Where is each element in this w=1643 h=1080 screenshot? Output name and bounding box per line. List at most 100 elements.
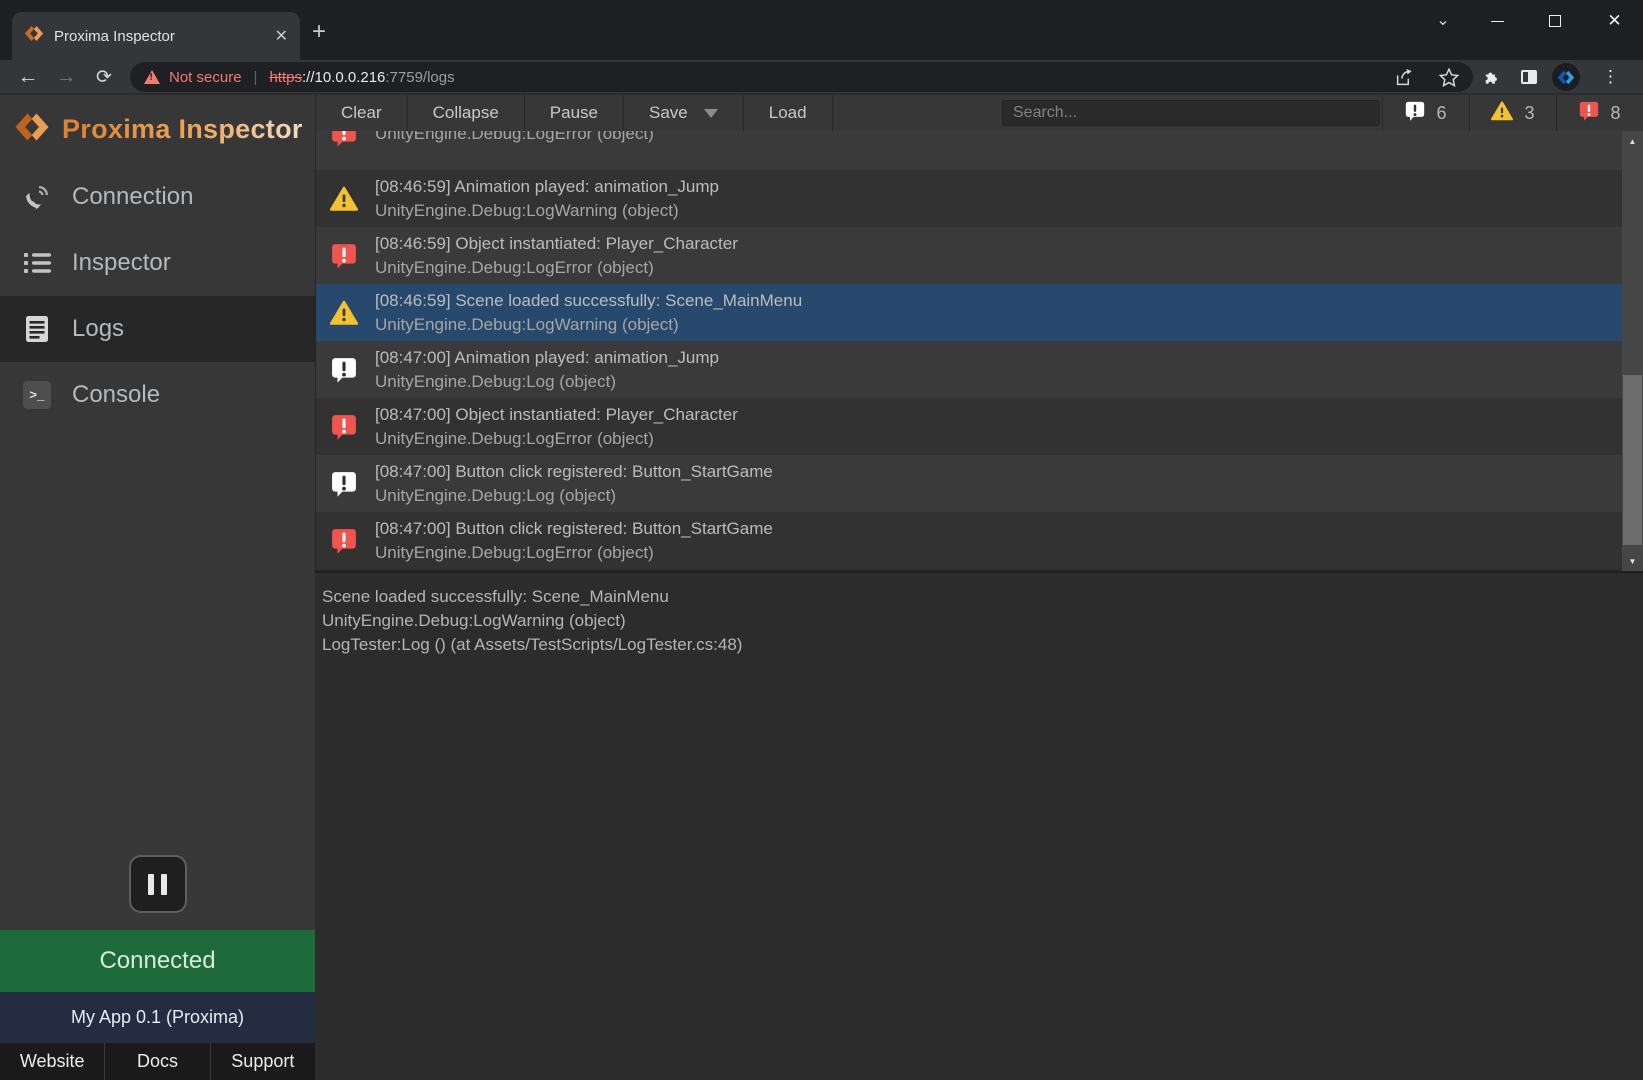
log-message: [08:46:59] Scene loaded successfully: Sc… bbox=[375, 289, 802, 313]
log-stack-trace: UnityEngine.Debug:LogWarning (object) bbox=[375, 199, 719, 223]
proxima-extension-icon[interactable] bbox=[1552, 62, 1580, 92]
tab-title: Proxima Inspector bbox=[54, 28, 265, 45]
url-path: :7759/logs bbox=[385, 69, 454, 86]
info-icon bbox=[330, 357, 358, 383]
log-stack-trace: UnityEngine.Debug:Log (object) bbox=[375, 370, 719, 394]
share-icon[interactable] bbox=[1395, 68, 1415, 86]
browser-tab[interactable]: Proxima Inspector ✕ bbox=[12, 12, 300, 60]
detail-line: UnityEngine.Debug:LogWarning (object) bbox=[322, 609, 1643, 633]
sidebar-footer: Website Docs Support bbox=[0, 1043, 315, 1080]
load-button[interactable]: Load bbox=[744, 95, 833, 131]
sidebar-item-logs[interactable]: Logs bbox=[0, 296, 315, 362]
error-count-badge[interactable]: 8 bbox=[1556, 95, 1643, 131]
address-divider: | bbox=[254, 69, 258, 86]
log-list-scrollbar[interactable]: ▲ ▼ bbox=[1622, 131, 1643, 571]
log-stack-trace: UnityEngine.Debug:LogError (object) bbox=[375, 131, 654, 146]
log-entry[interactable]: [08:46:59] Scene loaded successfully: Sc… bbox=[316, 284, 1643, 341]
warning-icon bbox=[330, 300, 358, 326]
error-icon bbox=[330, 528, 358, 554]
search-input[interactable] bbox=[1002, 100, 1380, 126]
app-logo: Proxima Inspector bbox=[0, 95, 315, 164]
error-icon bbox=[330, 131, 358, 147]
info-icon bbox=[1405, 101, 1425, 126]
log-entry[interactable]: [08:47:00] Button click registered: Butt… bbox=[316, 455, 1643, 512]
error-icon bbox=[330, 414, 358, 440]
reload-icon[interactable]: ⟳ bbox=[88, 62, 120, 92]
log-list: UnityEngine.Debug:LogError (object)[08:4… bbox=[315, 131, 1643, 571]
log-message: [08:46:59] Object instantiated: Player_C… bbox=[375, 232, 738, 256]
log-entry[interactable]: [08:46:59] Object instantiated: Player_C… bbox=[316, 227, 1643, 284]
address-bar[interactable]: Not secure | https://10.0.0.216:7759/log… bbox=[130, 62, 1473, 92]
warning-icon bbox=[1491, 101, 1513, 126]
info-count: 6 bbox=[1436, 103, 1446, 124]
proxima-favicon-icon bbox=[24, 25, 44, 47]
not-secure-label[interactable]: Not secure bbox=[169, 69, 242, 86]
collapse-button[interactable]: Collapse bbox=[408, 95, 525, 131]
logs-toolbar: Clear Collapse Pause Save Load 6 3 8 bbox=[315, 95, 1643, 131]
error-count: 8 bbox=[1610, 103, 1620, 124]
log-message: [08:47:00] Object instantiated: Player_C… bbox=[375, 403, 738, 427]
proxima-logo-icon bbox=[14, 112, 50, 147]
extensions-puzzle-icon[interactable] bbox=[1482, 62, 1502, 92]
warning-count-badge[interactable]: 3 bbox=[1469, 95, 1556, 131]
sidebar: Proxima Inspector Connection Inspector L… bbox=[0, 95, 315, 1080]
save-button[interactable]: Save bbox=[624, 95, 744, 131]
log-detail-panel: Scene loaded successfully: Scene_MainMen… bbox=[315, 571, 1643, 1080]
sidebar-item-label: Logs bbox=[72, 315, 124, 343]
sidebar-item-label: Console bbox=[72, 381, 160, 409]
pause-icon bbox=[148, 874, 154, 895]
warning-icon bbox=[330, 186, 358, 212]
log-entry[interactable]: [08:46:59] Animation played: animation_J… bbox=[316, 170, 1643, 227]
sidebar-item-label: Connection bbox=[72, 183, 193, 211]
new-tab-button[interactable]: + bbox=[312, 18, 326, 46]
window-close-button[interactable]: ✕ bbox=[1586, 0, 1643, 42]
log-stack-trace: UnityEngine.Debug:LogWarning (object) bbox=[375, 313, 802, 337]
info-count-badge[interactable]: 6 bbox=[1382, 95, 1469, 131]
error-icon bbox=[330, 243, 358, 269]
sidebar-item-connection[interactable]: Connection bbox=[0, 164, 315, 230]
forward-icon: → bbox=[50, 62, 82, 92]
scrollbar-thumb[interactable] bbox=[1623, 375, 1642, 545]
app-title: Proxima Inspector bbox=[62, 114, 303, 145]
side-panel-icon[interactable] bbox=[1521, 62, 1537, 92]
log-entry[interactable]: [08:47:00] Button click registered: Butt… bbox=[316, 512, 1643, 569]
document-lines-icon bbox=[22, 315, 52, 343]
log-entry[interactable]: [08:47:00] Animation played: animation_J… bbox=[316, 341, 1643, 398]
log-entry[interactable]: UnityEngine.Debug:LogError (object) bbox=[316, 131, 1643, 170]
window-maximize-button[interactable] bbox=[1526, 0, 1583, 42]
tab-close-icon[interactable]: ✕ bbox=[275, 26, 288, 46]
not-secure-warning-icon bbox=[144, 70, 160, 84]
log-entry[interactable]: [08:47:00] Object instantiated: Player_C… bbox=[316, 398, 1643, 455]
back-icon[interactable]: ← bbox=[12, 62, 44, 92]
docs-link[interactable]: Docs bbox=[104, 1043, 209, 1080]
support-link[interactable]: Support bbox=[210, 1043, 315, 1080]
app-info-label: My App 0.1 (Proxima) bbox=[71, 1007, 244, 1028]
terminal-icon: >_ bbox=[22, 381, 52, 409]
clear-button[interactable]: Clear bbox=[316, 95, 408, 131]
browser-menu-icon[interactable]: ⋮ bbox=[1602, 62, 1619, 92]
log-message: [08:46:59] Animation played: animation_J… bbox=[375, 175, 719, 199]
pause-stream-button[interactable] bbox=[129, 855, 187, 913]
tab-search-chevron-icon[interactable]: ⌄ bbox=[1428, 10, 1458, 30]
pause-button[interactable]: Pause bbox=[525, 95, 624, 131]
save-dropdown-icon[interactable] bbox=[704, 109, 718, 118]
browser-tab-strip: Proxima Inspector ✕ + ⌄ ✕ bbox=[0, 0, 1643, 60]
logs-panel: Clear Collapse Pause Save Load 6 3 8 Uni… bbox=[315, 95, 1643, 1080]
scroll-down-icon[interactable]: ▼ bbox=[1622, 553, 1643, 569]
app-info-bar: My App 0.1 (Proxima) bbox=[0, 992, 315, 1043]
website-link[interactable]: Website bbox=[0, 1043, 104, 1080]
log-message: [08:47:00] Animation played: animation_J… bbox=[375, 346, 719, 370]
toolbar-spacer bbox=[833, 95, 1002, 131]
sidebar-item-console[interactable]: >_ Console bbox=[0, 362, 315, 428]
detail-line: Scene loaded successfully: Scene_MainMen… bbox=[322, 585, 1643, 609]
window-minimize-button[interactable] bbox=[1469, 0, 1526, 42]
log-stack-trace: UnityEngine.Debug:LogError (object) bbox=[375, 427, 738, 451]
sidebar-item-inspector[interactable]: Inspector bbox=[0, 230, 315, 296]
detail-line: LogTester:Log () (at Assets/TestScripts/… bbox=[322, 633, 1643, 657]
log-stack-trace: UnityEngine.Debug:Log (object) bbox=[375, 484, 773, 508]
log-message: [08:47:00] Button click registered: Butt… bbox=[375, 517, 773, 541]
browser-toolbar: ← → ⟳ Not secure | https://10.0.0.216:77… bbox=[0, 60, 1643, 95]
bookmark-star-icon[interactable] bbox=[1439, 68, 1459, 87]
scroll-up-icon[interactable]: ▲ bbox=[1622, 133, 1643, 149]
list-icon bbox=[22, 252, 52, 274]
